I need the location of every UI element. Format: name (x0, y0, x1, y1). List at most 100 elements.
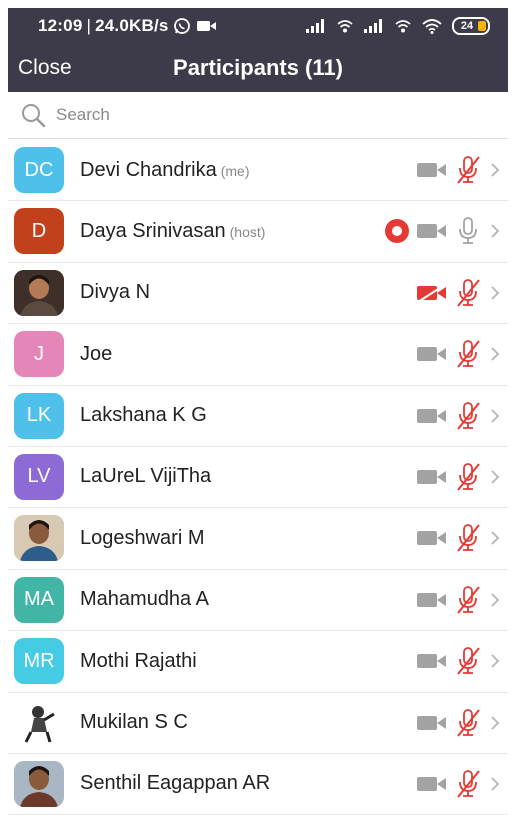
video-off-icon[interactable] (416, 159, 448, 181)
status-left: 12:09 | 24.0KB/s (38, 8, 217, 44)
participant-name: Daya Srinivasan (80, 219, 226, 242)
mic-muted-icon[interactable] (454, 585, 482, 615)
video-off-icon[interactable] (416, 405, 448, 427)
participant-row[interactable]: Logeshwari M (8, 508, 508, 570)
avatar-photo (14, 269, 64, 316)
participant-row[interactable]: LK Lakshana K G (8, 386, 508, 447)
video-off-icon[interactable] (416, 773, 448, 795)
chevron-right-icon[interactable] (488, 650, 502, 672)
video-off-icon[interactable] (416, 527, 448, 549)
mic-icon[interactable] (454, 216, 482, 246)
wifi-calling-icon-2 (395, 20, 411, 33)
video-off-icon[interactable] (416, 466, 448, 488)
mic-muted-icon[interactable] (454, 769, 482, 799)
participant-name: Joe (80, 342, 113, 365)
video-off-icon[interactable] (416, 712, 448, 734)
participant-avatar: D (14, 208, 64, 255)
participant-name-container: Mothi Rajathi (80, 631, 197, 691)
participant-name-container: Lakshana K G (80, 386, 207, 446)
mic-muted-icon[interactable] (454, 646, 482, 676)
participant-avatar: MR (14, 638, 64, 685)
participant-row[interactable]: Mukilan S C (8, 693, 508, 754)
avatar-initials: J (34, 342, 44, 365)
mic-muted-icon[interactable] (454, 278, 482, 308)
avatar-photo (14, 760, 64, 807)
video-off-icon[interactable] (416, 650, 448, 672)
participant-avatar: J (14, 331, 64, 378)
chevron-right-icon[interactable] (488, 527, 502, 549)
signal-icon (306, 19, 324, 33)
participant-status-icons (416, 508, 502, 568)
participant-status-icons (416, 754, 502, 814)
chevron-right-icon[interactable] (488, 159, 502, 181)
whatsapp-icon (173, 18, 190, 34)
participant-list: DC Devi Chandrika (me) D Daya Srinivasan (hos… (8, 140, 508, 815)
participant-name: Mahamudha A (80, 588, 209, 611)
participant-name: Logeshwari M (80, 526, 205, 549)
video-off-icon[interactable] (416, 220, 448, 242)
close-button[interactable]: Close (18, 44, 72, 92)
wifi-calling-icon (337, 20, 353, 33)
participant-row[interactable]: LV LaUreL VijiTha (8, 447, 508, 509)
avatar-photo (14, 515, 64, 562)
mic-muted-icon[interactable] (454, 708, 482, 738)
participant-status-icons (416, 631, 502, 691)
participant-role-tag: (me) (220, 163, 250, 179)
search-input[interactable] (54, 104, 478, 126)
nav-bar: Close Participants (11) (8, 44, 508, 92)
avatar-initials: LV (27, 465, 51, 488)
participant-row[interactable]: Divya N (8, 263, 508, 325)
participant-avatar: MA (14, 576, 64, 623)
participant-row[interactable]: J Joe (8, 324, 508, 386)
battery-level: 24 (460, 20, 474, 32)
mic-muted-icon[interactable] (454, 523, 482, 553)
mic-muted-icon[interactable] (454, 339, 482, 369)
participant-status-icons (416, 570, 502, 630)
participant-avatar (14, 515, 64, 562)
participant-name-container: LaUreL VijiTha (80, 447, 211, 507)
chevron-right-icon[interactable] (488, 773, 502, 795)
participant-name-container: Mukilan S C (80, 693, 188, 753)
video-off-icon[interactable] (416, 589, 448, 611)
recording-icon (385, 219, 409, 244)
participant-name: Devi Chandrika (80, 158, 217, 181)
participant-name: Senthil Eagappan AR (80, 772, 271, 795)
battery-indicator: 24 (452, 17, 490, 35)
video-off-icon[interactable] (416, 343, 448, 365)
chevron-right-icon[interactable] (488, 589, 502, 611)
wifi-icon (422, 19, 442, 34)
avatar-initials: D (31, 219, 47, 242)
participant-row[interactable]: D Daya Srinivasan (host) (8, 201, 508, 263)
participant-avatar: LK (14, 392, 64, 439)
participant-status-icons (416, 693, 502, 753)
participant-avatar: LV (14, 453, 64, 500)
participant-avatar (14, 699, 64, 746)
chevron-right-icon[interactable] (488, 466, 502, 488)
participant-avatar (14, 760, 64, 807)
participant-row[interactable]: MR Mothi Rajathi (8, 631, 508, 693)
mic-muted-icon[interactable] (454, 155, 482, 185)
mic-muted-icon[interactable] (454, 462, 482, 492)
chevron-right-icon[interactable] (488, 405, 502, 427)
chevron-right-icon[interactable] (488, 220, 502, 242)
participant-name-container: Logeshwari M (80, 508, 205, 568)
mic-muted-icon[interactable] (454, 401, 482, 431)
status-time: 12:09 (38, 16, 83, 35)
participant-status-icons (416, 386, 502, 446)
participant-role-tag: (host) (229, 224, 266, 241)
participant-row[interactable]: Senthil Eagappan AR (8, 754, 508, 815)
chevron-right-icon[interactable] (488, 343, 502, 365)
participant-row[interactable]: DC Devi Chandrika (me) (8, 140, 508, 202)
participant-name-container: Divya N (80, 263, 150, 323)
status-network-speed: 24.0KB/s (95, 16, 169, 35)
participant-row[interactable]: MA Mahamudha A (8, 570, 508, 632)
participant-name-container: Mahamudha A (80, 570, 209, 630)
chevron-right-icon[interactable] (488, 282, 502, 304)
avatar-initials: MR (23, 649, 55, 672)
status-right: 24 (306, 8, 490, 44)
video-blocked-icon[interactable] (416, 282, 448, 304)
participant-name: Divya N (80, 281, 151, 304)
participant-status-icons (384, 201, 502, 261)
chevron-right-icon[interactable] (488, 712, 502, 734)
avatar-initials: LK (26, 404, 52, 427)
